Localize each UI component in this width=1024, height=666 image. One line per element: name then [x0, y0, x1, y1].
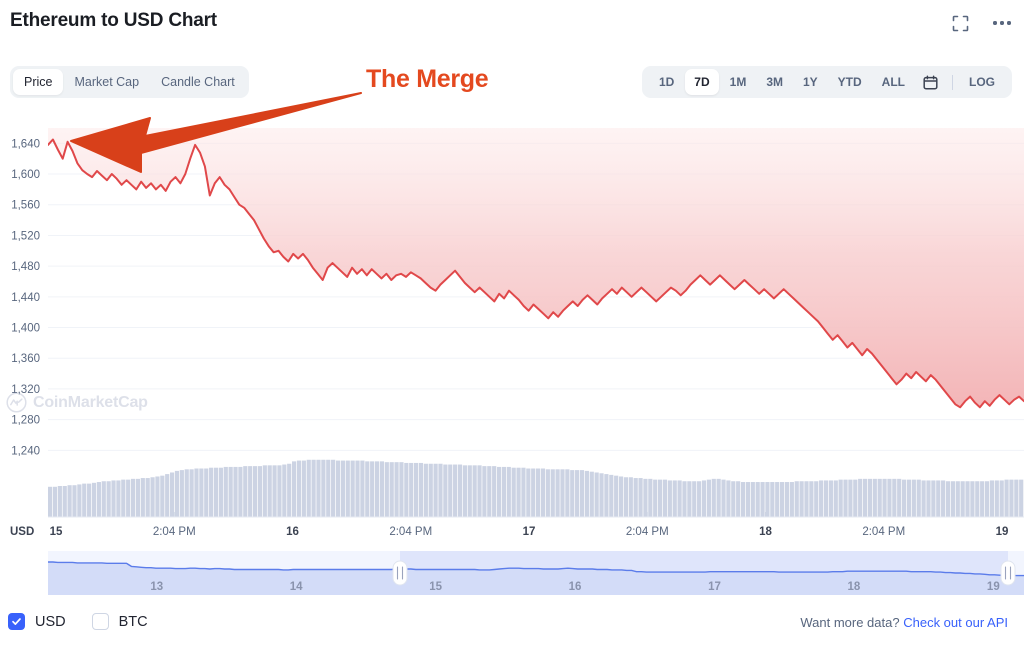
- merge-annotation-label: The Merge: [366, 65, 489, 93]
- svg-text:16: 16: [569, 581, 582, 593]
- svg-text:15: 15: [50, 526, 63, 538]
- svg-text:18: 18: [847, 581, 860, 593]
- navigator-handle-right[interactable]: [1000, 560, 1016, 586]
- svg-text:2:04 PM: 2:04 PM: [626, 526, 669, 538]
- coinmarketcap-watermark: CoinMarketCap: [6, 392, 148, 413]
- svg-text:1,440: 1,440: [11, 292, 40, 304]
- svg-text:17: 17: [523, 526, 536, 538]
- svg-text:1,360: 1,360: [11, 353, 40, 365]
- usd-checkbox[interactable]: [8, 613, 25, 630]
- legend-item-usd[interactable]: USD: [8, 613, 66, 630]
- price-area-series: [48, 128, 1024, 409]
- currency-legend: USD BTC: [8, 613, 148, 630]
- legend-label-btc: BTC: [118, 613, 148, 630]
- svg-text:19: 19: [996, 526, 1009, 538]
- svg-text:2:04 PM: 2:04 PM: [389, 526, 432, 538]
- watermark-text: CoinMarketCap: [33, 393, 148, 411]
- svg-text:15: 15: [429, 581, 442, 593]
- svg-text:1,640: 1,640: [11, 138, 40, 150]
- svg-text:1,560: 1,560: [11, 200, 40, 212]
- svg-text:17: 17: [708, 581, 721, 593]
- svg-text:1,480: 1,480: [11, 261, 40, 273]
- price-chart[interactable]: 1,640 1,600 1,560 1,520 1,480 1,440 1,400 1,360…: [0, 0, 1024, 608]
- svg-text:1,600: 1,600: [11, 169, 40, 181]
- svg-text:19: 19: [987, 581, 1000, 593]
- legend-label-usd: USD: [35, 613, 66, 630]
- svg-text:2:04 PM: 2:04 PM: [153, 526, 196, 538]
- svg-text:1,520: 1,520: [11, 230, 40, 242]
- svg-text:14: 14: [290, 581, 303, 593]
- svg-text:2:04 PM: 2:04 PM: [862, 526, 905, 538]
- volume-series: [48, 459, 1024, 517]
- axis-unit-label: USD: [10, 526, 34, 538]
- svg-text:16: 16: [286, 526, 299, 538]
- eth-usd-chart-page: Ethereum to USD Chart Price Market Cap C…: [0, 0, 1024, 666]
- svg-text:1,400: 1,400: [11, 323, 40, 335]
- chart-x-axis-labels: 15 2:04 PM 16 2:04 PM 17 2:04 PM 18 2:04 PM 19: [50, 526, 1009, 538]
- range-navigator[interactable]: 13 14 15 16 17 18 19: [48, 551, 1024, 595]
- btc-checkbox[interactable]: [91, 613, 109, 630]
- check-icon: [12, 618, 21, 625]
- api-note: Want more data? Check out our API: [800, 615, 1008, 630]
- svg-text:1,280: 1,280: [11, 415, 40, 427]
- api-note-text: Want more data?: [800, 615, 900, 630]
- svg-text:13: 13: [150, 581, 163, 593]
- navigator-handle-left[interactable]: [392, 560, 408, 586]
- svg-text:1,240: 1,240: [11, 445, 40, 457]
- svg-text:18: 18: [759, 526, 772, 538]
- chart-footer: USD BTC Want more data? Check out our AP…: [0, 608, 1024, 666]
- coinmarketcap-logo-icon: [6, 392, 27, 413]
- api-link[interactable]: Check out our API: [903, 615, 1008, 630]
- legend-item-btc[interactable]: BTC: [91, 613, 148, 630]
